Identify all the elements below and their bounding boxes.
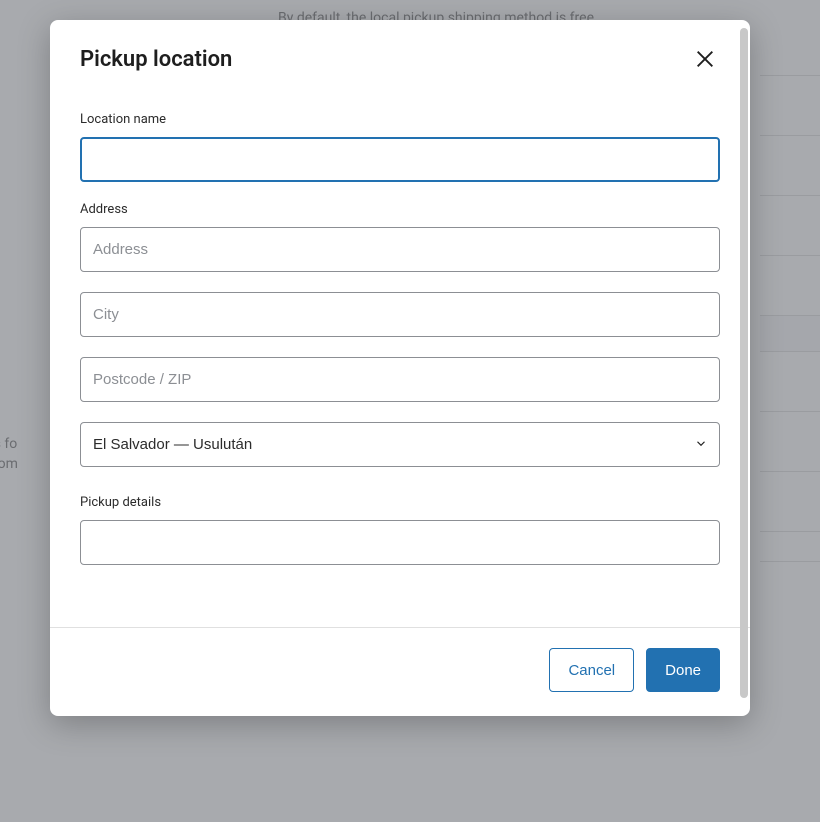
- address-group: Address El Salvador — Usulután: [80, 202, 720, 467]
- pickup-location-modal: Pickup location Location name Address El…: [50, 20, 750, 716]
- modal-header: Pickup location: [50, 20, 750, 82]
- modal-body: Location name Address El Salvador — Usul…: [50, 82, 750, 627]
- modal-scrollbar[interactable]: [740, 28, 748, 708]
- location-name-group: Location name: [80, 112, 720, 182]
- address-label: Address: [80, 202, 720, 217]
- close-button[interactable]: [690, 44, 720, 74]
- city-input[interactable]: [80, 292, 720, 337]
- location-name-input[interactable]: [80, 137, 720, 182]
- modal-footer: Cancel Done: [50, 627, 750, 716]
- country-select-wrapper: El Salvador — Usulután: [80, 422, 720, 467]
- done-button[interactable]: Done: [646, 648, 720, 692]
- postcode-input[interactable]: [80, 357, 720, 402]
- close-icon: [694, 48, 716, 70]
- country-select[interactable]: El Salvador — Usulután: [80, 422, 720, 467]
- cancel-button[interactable]: Cancel: [549, 648, 634, 692]
- pickup-details-group: Pickup details: [80, 495, 720, 565]
- modal-title: Pickup location: [80, 47, 232, 72]
- pickup-details-label: Pickup details: [80, 495, 720, 510]
- address-input[interactable]: [80, 227, 720, 272]
- location-name-label: Location name: [80, 112, 720, 127]
- pickup-details-input[interactable]: [80, 520, 720, 565]
